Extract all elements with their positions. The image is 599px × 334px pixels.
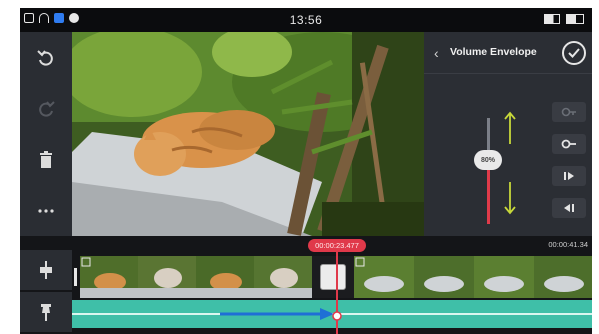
- redo-icon: [39, 100, 55, 117]
- signal-icon: [544, 14, 560, 24]
- video-preview[interactable]: [72, 32, 424, 236]
- next-keyframe-icon: [564, 172, 574, 180]
- pin-icon: [41, 304, 51, 321]
- prev-keyframe-icon: [564, 204, 574, 212]
- timeline: 00:00:23.477 00:00:41.34: [20, 236, 592, 334]
- key-remove-icon: [561, 139, 576, 149]
- split-button[interactable]: [20, 250, 72, 290]
- clip-1-thumbnails: [80, 256, 312, 298]
- status-bar: 13:56: [20, 8, 592, 32]
- arrow-up-icon: [504, 111, 516, 144]
- more-icon: [38, 208, 54, 213]
- undo-icon: [37, 49, 53, 66]
- delete-button[interactable]: [20, 134, 72, 185]
- left-toolbar: [20, 32, 72, 236]
- slider-knob[interactable]: 80%: [474, 150, 502, 170]
- check-icon: [568, 48, 580, 58]
- panel-title: Volume Envelope: [450, 46, 537, 58]
- redo-button[interactable]: [20, 83, 72, 134]
- remove-keyframe-button[interactable]: [552, 134, 586, 154]
- next-keyframe-button[interactable]: [552, 166, 586, 186]
- annotation-arrow-icon: [220, 308, 334, 320]
- slider-track-lower: [487, 168, 490, 224]
- volume-envelope-panel: ‹ Volume Envelope 80%: [424, 32, 592, 236]
- status-right: [544, 14, 584, 24]
- battery-icon: [566, 14, 584, 24]
- prev-keyframe-button[interactable]: [552, 198, 586, 218]
- transition-button[interactable]: [320, 264, 346, 290]
- pin-button[interactable]: [20, 292, 72, 332]
- arrow-down-icon: [504, 182, 516, 215]
- video-clip-2[interactable]: [354, 256, 592, 298]
- keyframe-marker-icon[interactable]: [331, 310, 343, 322]
- add-keyframe-button[interactable]: [552, 102, 586, 122]
- volume-slider[interactable]: 80%: [454, 88, 516, 228]
- more-button[interactable]: [20, 185, 72, 236]
- clip-2-thumbnails: [354, 256, 592, 298]
- undo-button[interactable]: [20, 32, 72, 83]
- status-clock: 13:56: [289, 13, 323, 27]
- back-chevron-icon[interactable]: ‹: [434, 45, 439, 61]
- split-icon: [40, 261, 52, 279]
- editor-screen: 13:56 ‹ Volume Envelope 80% 00:00:23.477…: [20, 8, 592, 334]
- done-button[interactable]: [562, 41, 586, 65]
- key-icon: [561, 107, 576, 117]
- preview-image: [72, 32, 424, 236]
- trash-icon: [40, 150, 52, 168]
- panel-header: ‹ Volume Envelope: [424, 32, 592, 74]
- total-time: 00:00:41.34: [548, 240, 588, 249]
- playhead-time: 00:00:23.477: [308, 239, 366, 252]
- clip-trim-handle[interactable]: [74, 268, 77, 286]
- video-clip-1[interactable]: [80, 256, 312, 298]
